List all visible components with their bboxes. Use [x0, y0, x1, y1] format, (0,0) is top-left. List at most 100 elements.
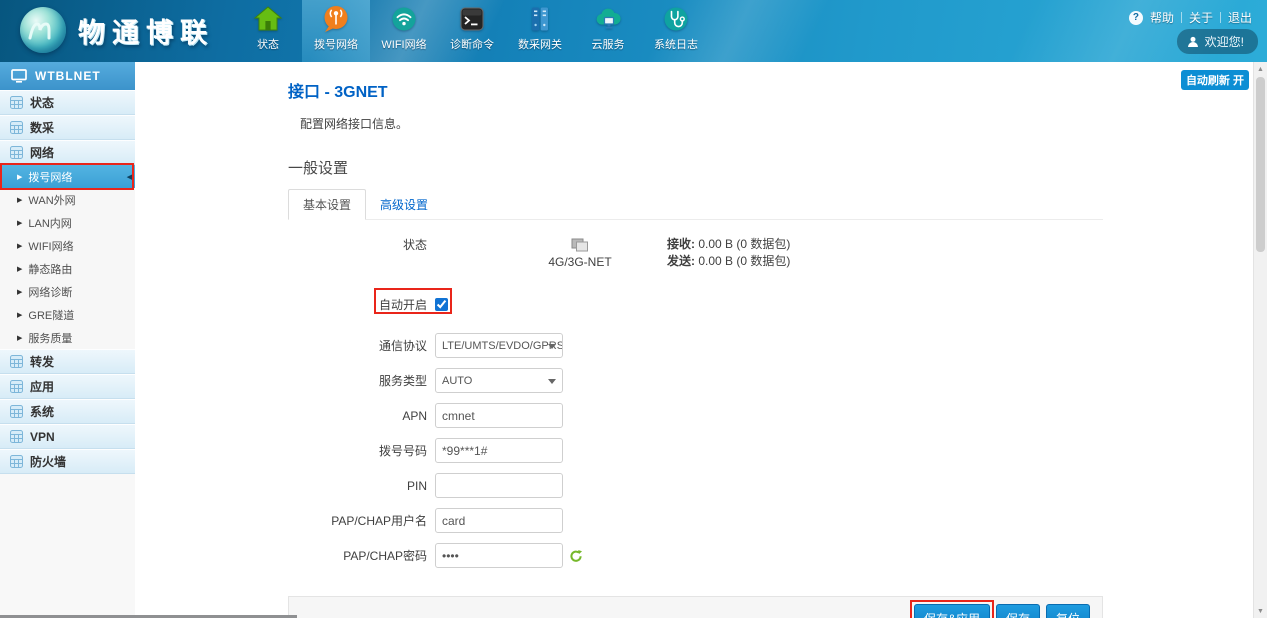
submenu-arrow-icon: ▶ — [17, 288, 22, 296]
interface-form: 状态 4G/3G-NET 接收: 0.00 B (0 数据包) 发送: 0.00… — [288, 220, 1103, 618]
protocol-row: 通信协议 LTE/UMTS/EVDO/GPRS — [288, 333, 1103, 358]
status-device: 4G/3G-NET — [505, 238, 655, 269]
logout-link[interactable]: 退出 — [1228, 9, 1252, 26]
nav-label: 系统日志 — [654, 36, 698, 52]
pap-user-input[interactable] — [435, 508, 563, 533]
reset-button[interactable]: 复位 — [1046, 604, 1090, 618]
grid-icon — [10, 380, 23, 393]
sidebar-item-wifi[interactable]: ▶ WIFI网络 — [0, 234, 135, 257]
nav-label: 数采网关 — [518, 36, 562, 52]
sidebar-item-label: 应用 — [30, 378, 54, 395]
tx-label: 发送: — [667, 254, 695, 268]
sidebar-item-firewall[interactable]: 防火墙 — [0, 449, 135, 474]
nav-item-diagnostic-command[interactable]: 诊断命令 — [438, 0, 506, 62]
apn-label: APN — [288, 409, 427, 423]
nav-label: 状态 — [257, 36, 279, 52]
sidebar-item-dial-network[interactable]: ▶ 拨号网络 ◀ — [0, 165, 135, 188]
welcome-text: 欢迎您! — [1205, 33, 1244, 50]
interface-icon — [571, 238, 589, 253]
sidebar-item-label: WAN外网 — [28, 192, 75, 208]
active-marker-icon: ◀ — [127, 173, 132, 181]
grid-icon — [10, 146, 23, 159]
scrollbar[interactable]: ▲ ▼ — [1253, 62, 1267, 618]
sidebar-title-text: WTBLNET — [35, 69, 101, 83]
syslog-icon — [661, 4, 691, 34]
sidebar-item-static-route[interactable]: ▶ 静态路由 — [0, 257, 135, 280]
sidebar-item-application[interactable]: 应用 — [0, 374, 135, 399]
scroll-down-icon[interactable]: ▼ — [1254, 604, 1267, 618]
sidebar-item-status[interactable]: 状态 — [0, 90, 135, 115]
sidebar-item-network[interactable]: 网络 — [0, 140, 135, 165]
sidebar-item-label: WIFI网络 — [28, 238, 73, 254]
auto-refresh-toggle[interactable]: 自动刷新 开 — [1181, 70, 1249, 90]
about-link[interactable]: 关于 — [1189, 9, 1213, 26]
pap-pass-input[interactable] — [435, 543, 563, 568]
submenu-arrow-icon: ▶ — [17, 334, 22, 342]
nav-item-wifi-network[interactable]: WIFI网络 — [370, 0, 438, 62]
sidebar-item-qos[interactable]: ▶ 服务质量 — [0, 326, 135, 349]
protocol-select[interactable]: LTE/UMTS/EVDO/GPRS — [435, 333, 563, 358]
brand-name: 物通博联 — [78, 11, 214, 50]
sidebar-item-system[interactable]: 系统 — [0, 399, 135, 424]
submenu-arrow-icon: ▶ — [17, 173, 22, 181]
tab-advanced-settings[interactable]: 高级设置 — [366, 190, 442, 219]
save-button[interactable]: 保存 — [996, 604, 1040, 618]
submenu-arrow-icon: ▶ — [17, 265, 22, 273]
wifi-icon — [389, 4, 419, 34]
status-label: 状态 — [288, 236, 427, 253]
nav-item-data-gateway[interactable]: 数采网关 — [506, 0, 574, 62]
status-row: 状态 4G/3G-NET 接收: 0.00 B (0 数据包) 发送: 0.00… — [288, 236, 1103, 270]
nav-item-cloud-service[interactable]: 云服务 — [574, 0, 642, 62]
sidebar-item-label: GRE隧道 — [28, 307, 74, 323]
dial-number-input[interactable] — [435, 438, 563, 463]
reveal-password-icon[interactable] — [569, 549, 583, 563]
apn-input[interactable] — [435, 403, 563, 428]
nav-item-status[interactable]: 状态 — [234, 0, 302, 62]
nav-item-system-log[interactable]: 系统日志 — [642, 0, 710, 62]
grid-icon — [10, 430, 23, 443]
top-header: 物通博联 状态 拨号网络 — [0, 0, 1267, 62]
dial-number-row: 拨号号码 — [288, 438, 1103, 463]
pap-pass-label: PAP/CHAP密码 — [288, 547, 427, 564]
pap-user-label: PAP/CHAP用户名 — [288, 512, 427, 529]
sidebar-item-gre-tunnel[interactable]: ▶ GRE隧道 — [0, 303, 135, 326]
sidebar-item-label: 防火墙 — [30, 453, 66, 470]
service-type-select[interactable]: AUTO — [435, 368, 563, 393]
nav-item-dial-network[interactable]: 拨号网络 — [302, 0, 370, 62]
sidebar-item-data-acquisition[interactable]: 数采 — [0, 115, 135, 140]
save-apply-button[interactable]: 保存&应用 — [914, 604, 990, 618]
status-value: 4G/3G-NET 接收: 0.00 B (0 数据包) 发送: 0.00 B … — [435, 236, 790, 270]
sidebar-item-vpn[interactable]: VPN — [0, 424, 135, 449]
section-title: 一般设置 — [288, 157, 1103, 178]
sidebar-item-label: LAN内网 — [28, 215, 71, 231]
pin-input[interactable] — [435, 473, 563, 498]
page-title: 接口 - 3GNET — [288, 78, 1103, 102]
sidebar-item-wan[interactable]: ▶ WAN外网 — [0, 188, 135, 211]
sidebar-item-label: 状态 — [30, 94, 54, 111]
welcome-badge[interactable]: 欢迎您! — [1177, 29, 1258, 54]
sidebar-item-forwarding[interactable]: 转发 — [0, 349, 135, 374]
sidebar-item-label: 静态路由 — [28, 261, 72, 277]
sidebar-item-label: 服务质量 — [28, 330, 72, 346]
apn-row: APN — [288, 403, 1103, 428]
main-nav: 状态 拨号网络 WIFI网络 — [234, 0, 710, 62]
help-link[interactable]: 帮助 — [1150, 9, 1174, 26]
tab-basic-settings[interactable]: 基本设置 — [288, 189, 366, 220]
traffic-stats: 接收: 0.00 B (0 数据包) 发送: 0.00 B (0 数据包) — [667, 236, 790, 270]
auto-start-label: 自动开启 — [288, 296, 427, 313]
rx-stat: 接收: 0.00 B (0 数据包) — [667, 236, 790, 253]
submenu-arrow-icon: ▶ — [17, 219, 22, 227]
form-container: 接口 - 3GNET 配置网络接口信息。 一般设置 基本设置 高级设置 状态 4… — [288, 78, 1103, 618]
sidebar-item-label: VPN — [30, 430, 55, 444]
sidebar-item-network-diagnosis[interactable]: ▶ 网络诊断 — [0, 280, 135, 303]
sidebar-item-lan[interactable]: ▶ LAN内网 — [0, 211, 135, 234]
monitor-icon — [11, 69, 27, 83]
settings-tabs: 基本设置 高级设置 — [288, 192, 1103, 220]
auto-start-checkbox[interactable] — [435, 298, 448, 311]
scrollbar-thumb[interactable] — [1256, 77, 1265, 252]
form-footer: 保存&应用 保存 复位 — [288, 596, 1103, 618]
grid-icon — [10, 121, 23, 134]
sidebar-header: WTBLNET — [0, 62, 135, 90]
scroll-up-icon[interactable]: ▲ — [1254, 62, 1267, 76]
sidebar-item-label: 数采 — [30, 119, 54, 136]
